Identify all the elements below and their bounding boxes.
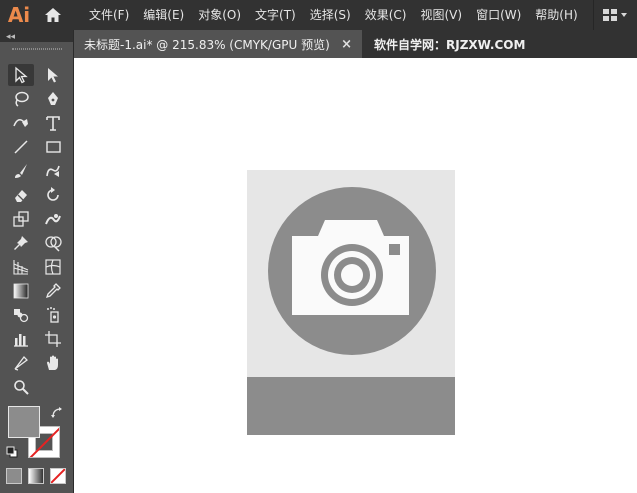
main-menu: 文件(F) 编辑(E) 对象(O) 文字(T) 选择(S) 效果(C) 视图(V… [82,0,585,30]
workspace-grid-icon [602,9,627,21]
direct-selection-tool[interactable] [40,64,66,86]
magic-wand-tool[interactable] [8,88,34,110]
line-icon [14,140,28,154]
swap-fill-stroke-icon[interactable] [50,406,64,420]
document-tab-bar: 未标题-1.ai* @ 215.83% (CMYK/GPU 预览) × 软件自学… [74,30,637,58]
artboard-canvas[interactable] [74,58,637,493]
tools-panel: ◂◂ [0,30,74,493]
tab-document-untitled[interactable]: 未标题-1.ai* @ 215.83% (CMYK/GPU 预览) × [74,30,362,58]
rectangle-tool[interactable] [40,136,66,158]
gradient-icon [13,283,29,299]
rotate-icon [47,187,59,201]
scale-tool[interactable] [8,208,34,230]
warp-icon [45,214,61,225]
scale-icon [13,211,29,227]
color-controls [0,402,74,492]
menu-file[interactable]: 文件(F) [82,0,136,30]
default-colors-icon[interactable] [6,446,18,458]
fill-swatch[interactable] [8,406,40,438]
toolbar-grip[interactable] [0,42,73,56]
mesh-tool[interactable] [40,256,66,278]
artwork-footer-bar [247,377,455,435]
camera-artwork[interactable] [247,170,455,435]
illustrator-window: Ai 文件(F) 编辑(E) 对象(O) 文字(T) 选择(S) 效果(C) 视… [0,0,637,493]
workspace-switcher[interactable] [593,0,637,30]
hand-icon [47,355,58,370]
menu-object[interactable]: 对象(O) [191,0,248,30]
pin-icon [14,236,28,250]
line-segment-tool[interactable] [8,136,34,158]
mesh-icon [45,259,61,275]
menu-select[interactable]: 选择(S) [303,0,358,30]
eraser-tool[interactable] [8,184,34,206]
symbol-sprayer-icon [47,307,59,323]
tab-close-button[interactable]: × [341,37,352,52]
brush-icon [15,164,27,178]
tab-watermark-site[interactable]: 软件自学网：RJZXW.COM [362,30,537,58]
none-mode-button[interactable] [50,468,66,484]
color-mode-row [6,468,66,484]
menu-window[interactable]: 窗口(W) [469,0,528,30]
eyedropper-icon [45,283,61,299]
warp-tool[interactable] [40,208,66,230]
type-tool[interactable] [40,112,66,134]
menu-view[interactable]: 视图(V) [413,0,469,30]
shaper-icon [46,165,60,177]
eyedropper-tool[interactable] [40,280,66,302]
artboard-icon [45,331,61,347]
artboard-tool[interactable] [40,328,66,350]
slice-tool[interactable] [8,352,34,374]
menu-effect[interactable]: 效果(C) [358,0,414,30]
home-button[interactable] [38,0,68,30]
knife-icon [14,356,28,371]
pen-icon [48,92,58,105]
zoom-tool[interactable] [8,376,34,398]
bar-chart-icon [14,334,28,347]
magnifier-icon [14,380,29,395]
type-icon [46,116,60,131]
menu-edit[interactable]: 编辑(E) [136,0,191,30]
direct-selection-icon [48,68,58,83]
color-mode-button[interactable] [6,468,22,484]
blend-icon [14,309,29,323]
curvature-pen-icon [13,119,28,127]
pen-tool[interactable] [40,88,66,110]
toolbar-collapse-button[interactable]: ◂◂ [0,30,73,42]
puppet-warp-tool[interactable] [8,232,34,254]
perspective-grid-icon [13,260,29,275]
tab-label: 未标题-1.ai* @ 215.83% (CMYK/GPU 预览) [84,37,330,52]
none-slash-icon [51,469,65,483]
menu-type[interactable]: 文字(T) [248,0,303,30]
arrow-selection-icon [15,66,28,84]
selection-tool[interactable] [8,64,34,86]
menu-help[interactable]: 帮助(H) [528,0,584,30]
eraser-icon [15,190,27,202]
home-icon [45,8,61,22]
blend-tool[interactable] [8,304,34,326]
hand-tool[interactable] [40,352,66,374]
app-logo: Ai [7,3,31,27]
paintbrush-tool[interactable] [8,160,34,182]
shape-builder-tool[interactable] [40,232,66,254]
symbol-sprayer-tool[interactable] [40,304,66,326]
gradient-tool[interactable] [8,280,34,302]
gradient-mode-button[interactable] [28,468,44,484]
shape-builder-icon [45,236,62,252]
menu-bar: Ai 文件(F) 编辑(E) 对象(O) 文字(T) 选择(S) 效果(C) 视… [0,0,637,30]
perspective-grid-tool[interactable] [8,256,34,278]
rectangle-icon [46,141,61,153]
curvature-tool[interactable] [8,112,34,134]
lasso-icon [15,91,29,107]
shaper-tool[interactable] [40,160,66,182]
rotate-tool[interactable] [40,184,66,206]
column-graph-tool[interactable] [8,328,34,350]
